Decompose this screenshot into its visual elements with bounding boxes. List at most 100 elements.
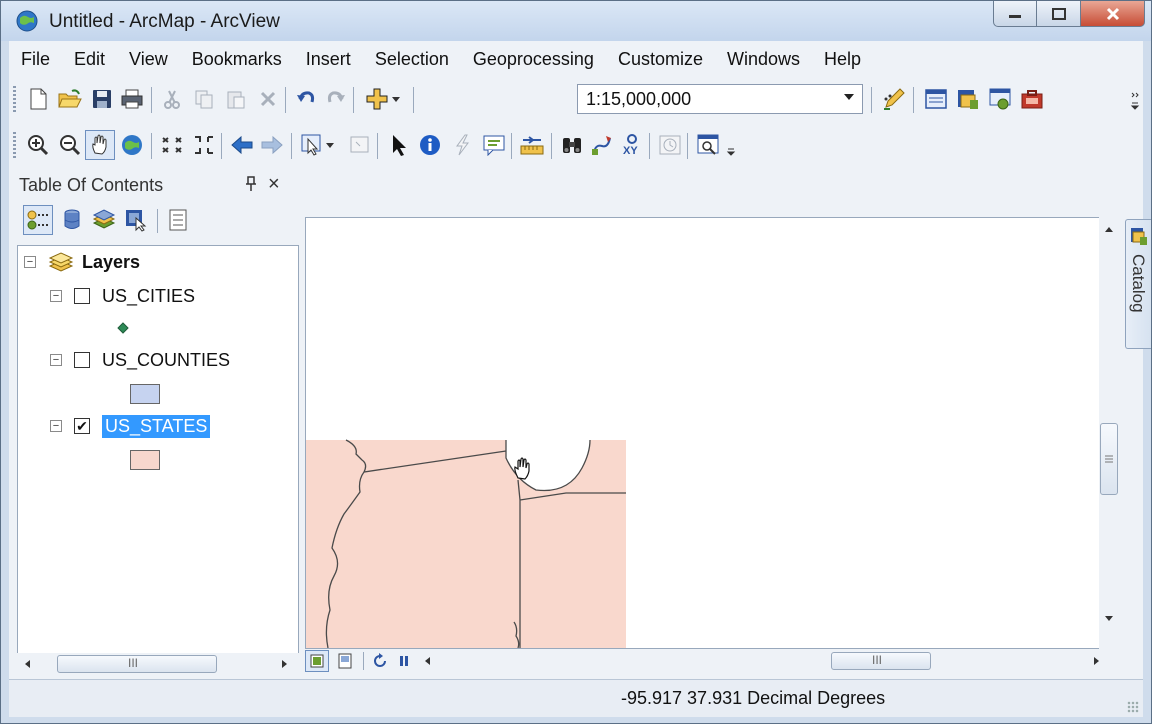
print-button[interactable] [117,84,147,114]
scroll-thumb[interactable]: III [57,655,217,673]
resize-grip[interactable] [1127,701,1139,713]
fixed-zoom-out-button[interactable] [189,130,219,160]
list-by-source-button[interactable] [57,205,87,235]
menu-view[interactable]: View [117,44,180,74]
refresh-button[interactable] [369,650,391,672]
layer-row-us-counties[interactable]: − US_COUNTIES [50,346,230,374]
menu-geoprocessing[interactable]: Geoprocessing [461,44,606,74]
menu-selection[interactable]: Selection [363,44,461,74]
layout-view-button[interactable] [333,650,357,672]
toolbar-overflow-button[interactable] [1129,91,1141,111]
toc-options-button[interactable] [163,205,193,235]
toolbar-grip[interactable] [13,86,16,112]
pause-drawing-button[interactable] [393,650,415,672]
identify-button[interactable] [415,130,445,160]
forward-extent-button[interactable] [257,130,287,160]
toolbar-grip[interactable] [13,132,16,158]
collapse-icon[interactable]: − [24,256,36,268]
tools-toolbar: XY [9,123,1143,167]
zoom-out-button[interactable] [55,130,85,160]
scroll-up-icon[interactable] [1104,225,1114,233]
layer-visibility-checkbox[interactable] [74,288,90,304]
redo-button[interactable] [321,84,351,114]
toc-window-button[interactable] [921,84,951,114]
map-horizontal-scroll-thumb[interactable]: III [831,652,931,670]
redo-icon [327,91,345,103]
select-features-button[interactable] [297,130,343,160]
find-route-button[interactable] [587,130,617,160]
go-to-xy-button[interactable]: XY [617,130,647,160]
toolbar-overflow-button[interactable] [725,137,737,157]
arctoolbox-button[interactable] [1017,84,1047,114]
toc-horizontal-scrollbar[interactable]: III [17,653,299,675]
title-bar[interactable]: Untitled - ArcMap - ArcView [1,1,1151,41]
copy-button[interactable] [189,84,219,114]
full-extent-button[interactable] [117,130,147,160]
search-window-button[interactable] [985,84,1015,114]
menu-bookmarks[interactable]: Bookmarks [180,44,294,74]
close-button[interactable] [1081,1,1145,27]
scroll-right-icon[interactable] [1093,656,1101,666]
clear-selection-button[interactable] [345,130,375,160]
minimize-button[interactable] [993,1,1037,27]
map-view[interactable] [305,217,1115,649]
delete-button[interactable] [253,84,283,114]
menu-help[interactable]: Help [812,44,873,74]
new-document-button[interactable] [23,84,53,114]
editor-toolbar-button[interactable] [879,84,909,114]
layer-row-us-states[interactable]: − ✔ US_STATES [50,412,211,440]
undo-button[interactable] [291,84,321,114]
menu-insert[interactable]: Insert [294,44,363,74]
add-data-button[interactable] [359,84,409,114]
toolbar-separator [151,133,152,159]
find-button[interactable] [557,130,587,160]
collapse-icon[interactable]: − [50,290,62,302]
pan-button[interactable] [85,130,115,160]
fixed-zoom-in-button[interactable] [157,130,187,160]
create-viewer-window-button[interactable] [693,130,723,160]
data-frame-row[interactable]: − Layers [24,248,140,276]
collapse-icon[interactable]: − [50,354,62,366]
maximize-button[interactable] [1037,1,1081,27]
html-popup-button[interactable] [479,130,509,160]
layer-row-us-cities[interactable]: − US_CITIES [50,282,195,310]
collapse-icon[interactable]: − [50,420,62,432]
pin-icon[interactable] [244,175,258,193]
hyperlink-button[interactable] [447,130,477,160]
layer-visibility-checkbox[interactable]: ✔ [74,418,90,434]
list-by-selection-button[interactable] [121,205,151,235]
catalog-window-button[interactable] [953,84,983,114]
polygon-symbol-swatch[interactable] [130,450,160,470]
open-button[interactable] [55,84,85,114]
menu-windows[interactable]: Windows [715,44,812,74]
scroll-right-icon[interactable] [281,659,289,669]
scroll-down-icon[interactable] [1104,615,1114,623]
list-by-visibility-button[interactable] [89,205,119,235]
data-view-button[interactable] [305,650,329,672]
catalog-side-tab[interactable]: Catalog [1125,219,1151,349]
drawing-order-icon [27,210,48,230]
zoom-in-button[interactable] [23,130,53,160]
scroll-left-icon[interactable] [23,659,31,669]
map-vertical-scrollbar[interactable] [1099,217,1119,649]
paste-button[interactable] [221,84,251,114]
list-by-drawing-order-button[interactable] [23,205,53,235]
time-slider-button[interactable] [655,130,685,160]
back-extent-button[interactable] [227,130,257,160]
map-scale-combo[interactable]: 1:15,000,000 [577,84,863,114]
scroll-thumb[interactable] [1100,423,1118,495]
layer-visibility-checkbox[interactable] [74,352,90,368]
measure-button[interactable] [517,130,547,160]
polygon-symbol-swatch[interactable] [130,384,160,404]
map-canvas[interactable] [306,218,1114,648]
select-elements-button[interactable] [383,130,413,160]
cut-button[interactable] [157,84,187,114]
menu-customize[interactable]: Customize [606,44,715,74]
menu-edit[interactable]: Edit [62,44,117,74]
save-button[interactable] [87,84,117,114]
close-icon [1106,7,1119,20]
database-icon [64,209,80,229]
menu-file[interactable]: File [9,44,62,74]
scroll-left-icon[interactable] [423,656,431,666]
toc-close-button[interactable]: × [268,173,280,196]
